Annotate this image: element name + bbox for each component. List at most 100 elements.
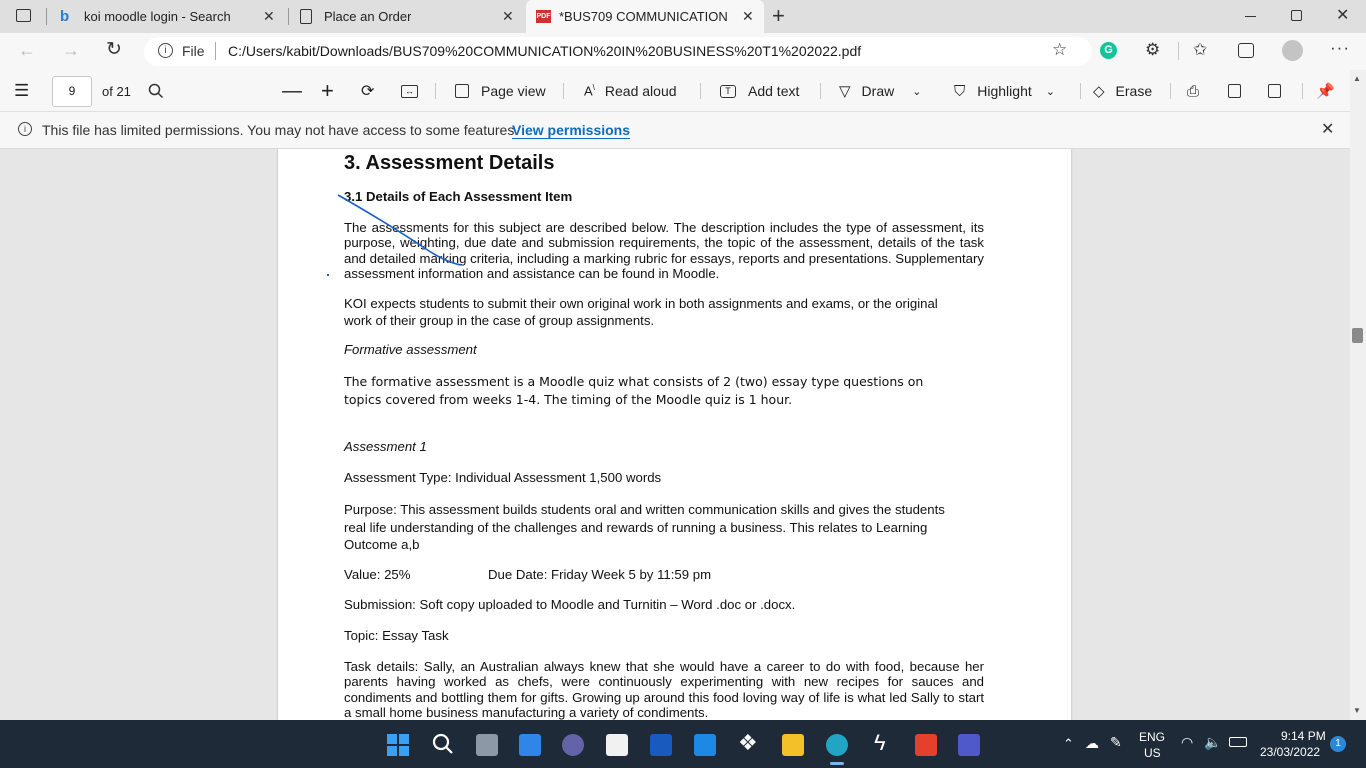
edge-icon[interactable]: [826, 734, 848, 756]
clock-date[interactable]: 23/03/2022: [1260, 745, 1320, 759]
contents-icon[interactable]: ☰: [14, 80, 29, 102]
toolbar-divider: [700, 83, 701, 99]
window-close-button[interactable]: ✕: [1336, 5, 1349, 25]
pen-icon[interactable]: ✎: [1110, 734, 1122, 751]
cloud-sync-icon[interactable]: ☁: [1085, 735, 1099, 752]
refresh-button[interactable]: ↻: [106, 38, 122, 61]
favorites-icon[interactable]: ✩: [1193, 40, 1207, 60]
vertical-scrollbar[interactable]: [1350, 70, 1366, 720]
close-icon[interactable]: ✕: [742, 8, 754, 25]
page-number-input[interactable]: 9: [52, 76, 92, 107]
purpose-text: Purpose: This assessment builds students…: [344, 502, 945, 552]
add-text-button[interactable]: T Add text: [720, 80, 799, 102]
tab-label: Place an Order: [324, 9, 412, 24]
chevron-down-icon[interactable]: ⌄: [912, 85, 921, 98]
highlight-icon: ⛉: [954, 82, 966, 100]
windows-start-icon[interactable]: [387, 734, 409, 756]
teams-icon[interactable]: [958, 734, 980, 756]
scrollbar-thumb[interactable]: [1352, 328, 1363, 343]
dropbox-icon[interactable]: ❖: [738, 730, 758, 756]
address-url[interactable]: C:/Users/kabit/Downloads/BUS709%20COMMUN…: [228, 43, 861, 59]
page-view-label: Page view: [481, 83, 546, 99]
tab-bing-search[interactable]: b koi moodle login - Search ✕: [52, 0, 284, 33]
toolbar-divider: [563, 83, 564, 99]
print-icon[interactable]: ⎙: [1187, 80, 1199, 102]
save-as-icon[interactable]: [1268, 80, 1281, 102]
scroll-down-arrow[interactable]: ▼: [1353, 706, 1361, 715]
clock-time[interactable]: 9:14 PM: [1281, 729, 1326, 743]
notification-badge[interactable]: 1: [1330, 736, 1346, 752]
close-icon[interactable]: ✕: [502, 8, 514, 25]
task-view-icon[interactable]: [476, 734, 498, 756]
infobar-close-icon[interactable]: ✕: [1321, 119, 1334, 139]
new-tab-button[interactable]: +: [772, 3, 785, 29]
add-text-label: Add text: [748, 83, 800, 99]
draw-button[interactable]: ▽ Draw ⌄: [839, 80, 921, 102]
address-prefix: File: [182, 43, 205, 59]
fit-width-icon[interactable]: ↔: [401, 80, 418, 102]
office-icon[interactable]: [915, 734, 937, 756]
forward-button[interactable]: →: [62, 40, 80, 61]
pin-icon[interactable]: 📌: [1316, 80, 1335, 102]
extensions-icon[interactable]: ⚙: [1145, 40, 1160, 60]
tab-place-order[interactable]: Place an Order ✕: [292, 0, 524, 33]
minimize-button[interactable]: [1245, 16, 1256, 17]
more-menu-icon[interactable]: ···: [1330, 38, 1350, 58]
teams-chat-icon[interactable]: [562, 734, 584, 756]
save-icon[interactable]: [1228, 80, 1241, 102]
chevron-down-icon[interactable]: ⌄: [1046, 85, 1055, 98]
erase-button[interactable]: ◇ Erase: [1093, 80, 1152, 102]
widgets-icon[interactable]: [519, 734, 541, 756]
highlight-button[interactable]: ⛉ Highlight ⌄: [954, 80, 1055, 102]
tab-bus709-pdf[interactable]: PDF *BUS709 COMMUNICATION IN B ✕: [526, 0, 764, 33]
language-indicator[interactable]: ENG: [1139, 730, 1165, 744]
page-view-button[interactable]: Page view: [455, 80, 546, 102]
read-aloud-button[interactable]: A\ Read aloud: [584, 80, 677, 102]
toolbar-divider: [435, 83, 436, 99]
wifi-icon[interactable]: ◠: [1181, 734, 1193, 751]
back-button[interactable]: ←: [18, 40, 36, 61]
zoom-out-button[interactable]: —: [282, 80, 302, 102]
collections-icon[interactable]: [1238, 43, 1254, 58]
toolbar-divider: [1080, 83, 1081, 99]
pdf-toolbar: [0, 70, 1366, 112]
bing-icon: b: [60, 8, 70, 25]
toolbar-divider: [1178, 42, 1179, 60]
mail-icon[interactable]: [694, 734, 716, 756]
region-indicator[interactable]: US: [1144, 746, 1161, 760]
task-details: Task details: Sally, an Australian alway…: [344, 659, 984, 720]
section-heading: 3. Assessment Details: [344, 152, 555, 174]
rotate-icon[interactable]: ⟳: [361, 80, 374, 102]
close-icon[interactable]: ✕: [263, 8, 275, 25]
favorite-add-icon[interactable]: ☆: [1052, 40, 1067, 60]
scroll-up-arrow[interactable]: ▲: [1353, 74, 1361, 83]
pdf-icon: PDF: [536, 10, 551, 23]
bolt-app-icon[interactable]: ϟ: [874, 730, 886, 756]
formative-text: The formative assessment is a Moodle qui…: [344, 374, 924, 407]
word-icon[interactable]: [650, 734, 672, 756]
pdf-viewer[interactable]: 3. Assessment Details 3.1 Details of Eac…: [0, 149, 1350, 720]
formative-title: Formative assessment: [344, 342, 477, 357]
tab-separator: [288, 8, 289, 25]
originality-paragraph: KOI expects students to submit their own…: [344, 296, 938, 328]
view-permissions-link[interactable]: View permissions: [512, 122, 631, 139]
file-explorer-icon[interactable]: [782, 734, 804, 756]
grammarly-icon[interactable]: G: [1100, 42, 1117, 59]
zoom-in-button[interactable]: +: [321, 78, 334, 103]
draw-label: Draw: [861, 83, 895, 99]
tab-actions-icon[interactable]: [16, 9, 31, 22]
search-icon[interactable]: [148, 80, 164, 102]
battery-icon[interactable]: [1229, 737, 1247, 747]
restore-button[interactable]: [1291, 10, 1302, 21]
profile-avatar[interactable]: [1282, 40, 1303, 61]
task-text: Sally, an Australian always knew that sh…: [344, 659, 985, 720]
search-icon[interactable]: [431, 732, 455, 761]
info-icon[interactable]: i: [158, 43, 173, 58]
taskbar: [0, 720, 1366, 768]
pdf-page: 3. Assessment Details 3.1 Details of Eac…: [278, 149, 1071, 720]
toolbar-divider: [1170, 83, 1171, 99]
microsoft-store-icon[interactable]: [606, 734, 628, 756]
erase-label: Erase: [1115, 83, 1153, 99]
volume-icon[interactable]: 🔈: [1204, 734, 1221, 751]
show-hidden-icons[interactable]: ⌃: [1063, 736, 1074, 752]
